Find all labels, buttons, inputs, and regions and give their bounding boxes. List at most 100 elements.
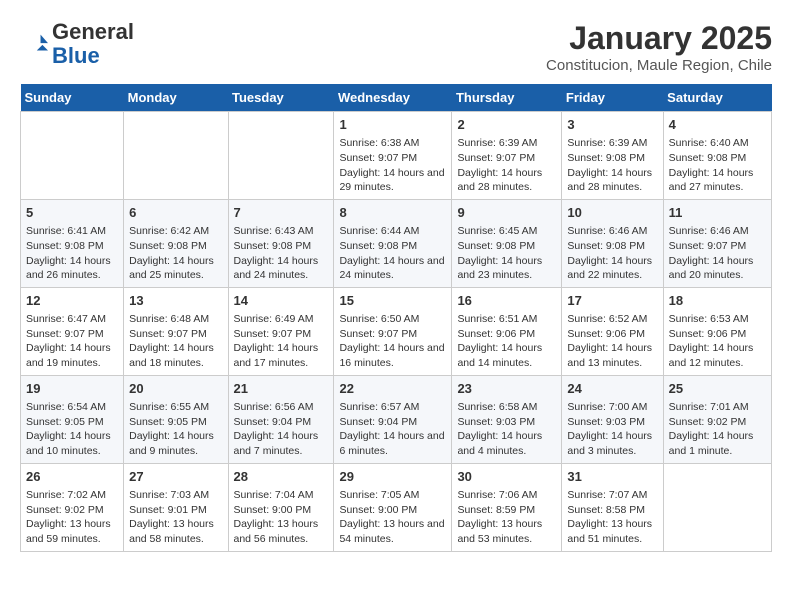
day-info: Sunrise: 6:52 AM Sunset: 9:06 PM Dayligh… — [567, 312, 657, 371]
day-info: Sunrise: 6:39 AM Sunset: 9:08 PM Dayligh… — [567, 136, 657, 195]
day-number: 11 — [669, 204, 766, 222]
day-info: Sunrise: 6:49 AM Sunset: 9:07 PM Dayligh… — [234, 312, 329, 371]
calendar-day-cell: 21Sunrise: 6:56 AM Sunset: 9:04 PM Dayli… — [228, 375, 334, 463]
calendar-day-cell: 16 Sunrise: 6:51 AM Sunset: 9:06 PM Dayli… — [452, 287, 562, 375]
day-number: 12 — [26, 292, 118, 310]
calendar-week-row: 1 Sunrise: 6:38 AM Sunset: 9:07 PM Daylig… — [21, 112, 772, 200]
day-number: 7 — [234, 204, 329, 222]
calendar-header: SundayMondayTuesdayWednesdayThursdayFrid… — [21, 84, 772, 112]
calendar-week-row: 19Sunrise: 6:54 AM Sunset: 9:05 PM Dayli… — [21, 375, 772, 463]
calendar-day-cell: 7 Sunrise: 6:43 AM Sunset: 9:08 PM Daylig… — [228, 199, 334, 287]
calendar-day-cell: 14 Sunrise: 6:49 AM Sunset: 9:07 PM Dayli… — [228, 287, 334, 375]
page-header: General Blue January 2025 Constitucion, … — [20, 20, 772, 74]
calendar-table: SundayMondayTuesdayWednesdayThursdayFrid… — [20, 84, 772, 552]
month-title: January 2025 — [546, 20, 772, 57]
day-number: 13 — [129, 292, 222, 310]
day-number: 31 — [567, 468, 657, 486]
calendar-day-cell: 24 Sunrise: 7:00 AM Sunset: 9:03 PM Dayli… — [562, 375, 663, 463]
day-number: 29 — [339, 468, 446, 486]
calendar-day-cell: 2 Sunrise: 6:39 AM Sunset: 9:07 PM Daylig… — [452, 112, 562, 200]
day-number: 8 — [339, 204, 446, 222]
day-number: 24 — [567, 380, 657, 398]
day-number: 28 — [234, 468, 329, 486]
day-info: Sunrise: 6:57 AM Sunset: 9:04 PM Dayligh… — [339, 400, 446, 459]
calendar-day-cell — [21, 112, 124, 200]
day-info: Sunrise: 6:58 AM Sunset: 9:03 PM Dayligh… — [457, 400, 556, 459]
day-number: 9 — [457, 204, 556, 222]
calendar-day-cell: 9 Sunrise: 6:45 AM Sunset: 9:08 PM Daylig… — [452, 199, 562, 287]
calendar-day-cell: 27 Sunrise: 7:03 AM Sunset: 9:01 PM Dayli… — [124, 463, 228, 551]
day-number: 6 — [129, 204, 222, 222]
calendar-day-cell: 12 Sunrise: 6:47 AM Sunset: 9:07 PM Dayli… — [21, 287, 124, 375]
day-info: Sunrise: 7:02 AM Sunset: 9:02 PM Dayligh… — [26, 488, 118, 547]
calendar-day-cell: 18 Sunrise: 6:53 AM Sunset: 9:06 PM Dayli… — [663, 287, 771, 375]
day-info: Sunrise: 6:39 AM Sunset: 9:07 PM Dayligh… — [457, 136, 556, 195]
calendar-day-cell — [663, 463, 771, 551]
location-subtitle: Constitucion, Maule Region, Chile — [546, 57, 772, 74]
logo-icon — [20, 30, 48, 58]
calendar-week-row: 12 Sunrise: 6:47 AM Sunset: 9:07 PM Dayli… — [21, 287, 772, 375]
calendar-day-cell: 11 Sunrise: 6:46 AM Sunset: 9:07 PM Dayli… — [663, 199, 771, 287]
day-info: Sunrise: 6:40 AM Sunset: 9:08 PM Dayligh… — [669, 136, 766, 195]
weekday-header-tuesday: Tuesday — [228, 84, 334, 112]
calendar-day-cell: 25 Sunrise: 7:01 AM Sunset: 9:02 PM Dayli… — [663, 375, 771, 463]
day-number: 25 — [669, 380, 766, 398]
weekday-header-sunday: Sunday — [21, 84, 124, 112]
day-number: 14 — [234, 292, 329, 310]
calendar-day-cell: 17 Sunrise: 6:52 AM Sunset: 9:06 PM Dayli… — [562, 287, 663, 375]
weekday-header-monday: Monday — [124, 84, 228, 112]
day-number: 23 — [457, 380, 556, 398]
day-number: 26 — [26, 468, 118, 486]
calendar-day-cell: 29 Sunrise: 7:05 AM Sunset: 9:00 PM Dayli… — [334, 463, 452, 551]
day-number: 1 — [339, 116, 446, 134]
weekday-header-thursday: Thursday — [452, 84, 562, 112]
calendar-day-cell: 15Sunrise: 6:50 AM Sunset: 9:07 PM Dayli… — [334, 287, 452, 375]
day-info: Sunrise: 6:51 AM Sunset: 9:06 PM Dayligh… — [457, 312, 556, 371]
day-number: 5 — [26, 204, 118, 222]
day-info: Sunrise: 6:46 AM Sunset: 9:07 PM Dayligh… — [669, 224, 766, 283]
day-info: Sunrise: 6:43 AM Sunset: 9:08 PM Dayligh… — [234, 224, 329, 283]
day-info: Sunrise: 7:06 AM Sunset: 8:59 PM Dayligh… — [457, 488, 556, 547]
day-number: 2 — [457, 116, 556, 134]
calendar-body: 1 Sunrise: 6:38 AM Sunset: 9:07 PM Daylig… — [21, 112, 772, 552]
calendar-day-cell: 5 Sunrise: 6:41 AM Sunset: 9:08 PM Daylig… — [21, 199, 124, 287]
calendar-day-cell: 30Sunrise: 7:06 AM Sunset: 8:59 PM Dayli… — [452, 463, 562, 551]
day-number: 15 — [339, 292, 446, 310]
day-info: Sunrise: 7:03 AM Sunset: 9:01 PM Dayligh… — [129, 488, 222, 547]
day-number: 16 — [457, 292, 556, 310]
day-info: Sunrise: 6:54 AM Sunset: 9:05 PM Dayligh… — [26, 400, 118, 459]
logo-text: General Blue — [52, 20, 134, 68]
day-number: 10 — [567, 204, 657, 222]
day-number: 27 — [129, 468, 222, 486]
calendar-day-cell: 3 Sunrise: 6:39 AM Sunset: 9:08 PM Daylig… — [562, 112, 663, 200]
calendar-day-cell: 4 Sunrise: 6:40 AM Sunset: 9:08 PM Daylig… — [663, 112, 771, 200]
calendar-day-cell — [228, 112, 334, 200]
calendar-day-cell: 22 Sunrise: 6:57 AM Sunset: 9:04 PM Dayli… — [334, 375, 452, 463]
day-info: Sunrise: 6:38 AM Sunset: 9:07 PM Dayligh… — [339, 136, 446, 195]
day-number: 3 — [567, 116, 657, 134]
day-info: Sunrise: 6:53 AM Sunset: 9:06 PM Dayligh… — [669, 312, 766, 371]
day-number: 17 — [567, 292, 657, 310]
weekday-header-row: SundayMondayTuesdayWednesdayThursdayFrid… — [21, 84, 772, 112]
day-info: Sunrise: 7:01 AM Sunset: 9:02 PM Dayligh… — [669, 400, 766, 459]
weekday-header-saturday: Saturday — [663, 84, 771, 112]
day-info: Sunrise: 7:05 AM Sunset: 9:00 PM Dayligh… — [339, 488, 446, 547]
day-info: Sunrise: 6:42 AM Sunset: 9:08 PM Dayligh… — [129, 224, 222, 283]
day-info: Sunrise: 6:55 AM Sunset: 9:05 PM Dayligh… — [129, 400, 222, 459]
title-block: January 2025 Constitucion, Maule Region,… — [546, 20, 772, 74]
day-info: Sunrise: 6:45 AM Sunset: 9:08 PM Dayligh… — [457, 224, 556, 283]
calendar-day-cell: 28 Sunrise: 7:04 AM Sunset: 9:00 PM Dayli… — [228, 463, 334, 551]
calendar-day-cell: 31 Sunrise: 7:07 AM Sunset: 8:58 PM Dayli… — [562, 463, 663, 551]
day-info: Sunrise: 7:00 AM Sunset: 9:03 PM Dayligh… — [567, 400, 657, 459]
calendar-day-cell: 26 Sunrise: 7:02 AM Sunset: 9:02 PM Dayli… — [21, 463, 124, 551]
day-number: 22 — [339, 380, 446, 398]
day-info: Sunrise: 6:47 AM Sunset: 9:07 PM Dayligh… — [26, 312, 118, 371]
day-number: 4 — [669, 116, 766, 134]
calendar-day-cell: 6 Sunrise: 6:42 AM Sunset: 9:08 PM Daylig… — [124, 199, 228, 287]
logo: General Blue — [20, 20, 134, 68]
day-number: 18 — [669, 292, 766, 310]
day-info: Sunrise: 6:41 AM Sunset: 9:08 PM Dayligh… — [26, 224, 118, 283]
day-info: Sunrise: 6:46 AM Sunset: 9:08 PM Dayligh… — [567, 224, 657, 283]
day-info: Sunrise: 7:07 AM Sunset: 8:58 PM Dayligh… — [567, 488, 657, 547]
day-info: Sunrise: 7:04 AM Sunset: 9:00 PM Dayligh… — [234, 488, 329, 547]
